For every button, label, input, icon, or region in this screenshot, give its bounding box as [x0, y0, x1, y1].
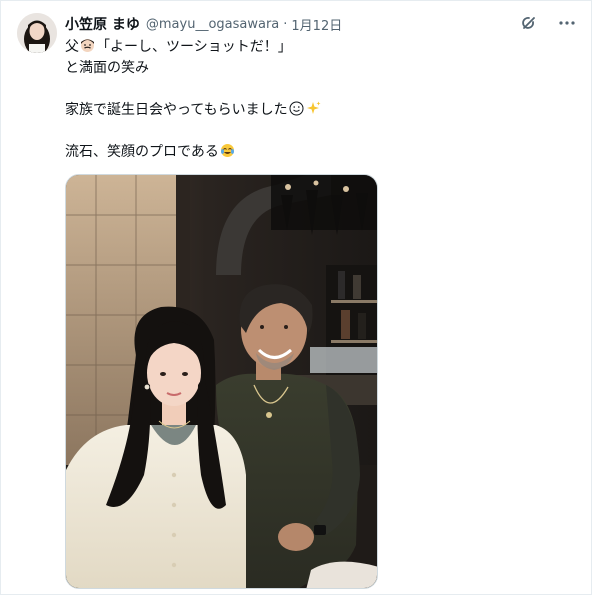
tweet-date[interactable]: 1月12日	[291, 15, 342, 34]
smiling-face-emoji-icon	[289, 101, 304, 116]
display-name[interactable]: 小笠原 まゆ	[65, 14, 140, 34]
face-with-tears-of-joy-emoji-icon	[220, 143, 235, 158]
tweet-photo[interactable]	[65, 174, 378, 589]
more-icon[interactable]	[557, 13, 577, 33]
sparkles-emoji-icon	[306, 101, 321, 116]
line-3-text: 家族で誕生日会やってもらいました	[65, 102, 288, 118]
tweet-card: 小笠原 まゆ @mayu__ogasawara · 1月12日 父 「よーし、ツ…	[0, 0, 592, 595]
tweet-line-4: 流石、笑顔のプロである	[65, 142, 565, 163]
tweet-line-2: と満面の笑み	[65, 60, 149, 76]
tweet-text: 父 「よーし、ツーショットだ！」 と満面の笑み 家族で誕生日会やってもらいました	[65, 37, 565, 163]
user-handle[interactable]: @mayu__ogasawara	[146, 17, 279, 32]
tweet-line-3: 家族で誕生日会やってもらいました	[65, 100, 565, 121]
grok-icon[interactable]	[519, 13, 539, 33]
header-actions	[519, 13, 577, 33]
man-with-mustache-emoji-icon	[80, 38, 95, 53]
separator-dot: ·	[283, 16, 288, 32]
tweet-line-1: 父 「よーし、ツーショットだ！」	[65, 37, 565, 58]
tweet-header: 小笠原 まゆ @mayu__ogasawara · 1月12日	[65, 14, 342, 34]
line-1-prefix: 父	[65, 39, 79, 55]
line-4-text: 流石、笑顔のプロである	[65, 144, 219, 160]
avatar[interactable]	[17, 13, 57, 53]
line-1-text: 「よーし、ツーショットだ！」	[96, 39, 292, 55]
